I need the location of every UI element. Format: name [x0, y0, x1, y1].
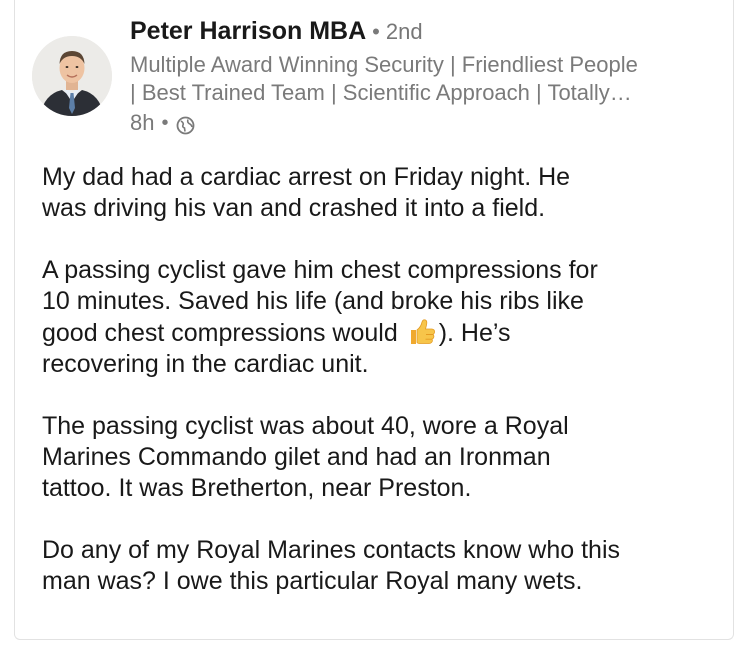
post-line: tattoo. It was Bretherton, near Preston. [42, 474, 472, 502]
post-card: Peter Harrison MBA • 2nd Multiple Award Wi… [14, 0, 734, 640]
post-line: was driving his van and crashed it into … [42, 194, 546, 222]
post-line-text: good chest compressions would [42, 319, 405, 347]
author-headline: Multiple Award Winning Security | Friend… [130, 51, 723, 107]
separator-dot: • [161, 112, 169, 134]
post-line: good chest compressions would ). He’s [42, 317, 715, 349]
post-line: Do any of my Royal Marines contacts know… [42, 536, 621, 564]
author-avatar[interactable] [32, 36, 112, 116]
post-line: A passing cyclist gave him chest compres… [42, 256, 598, 284]
post-paragraph: Do any of my Royal Marines contacts know… [42, 535, 715, 597]
separator-dot: • [372, 19, 380, 44]
post-line: man was? I owe this particular Royal man… [42, 567, 583, 595]
post-line: The passing cyclist was about 40, wore a… [42, 412, 569, 440]
author-name[interactable]: Peter Harrison MBA [130, 17, 366, 45]
post-timestamp: 8h [130, 110, 155, 135]
post-paragraph: A passing cyclist gave him chest compres… [42, 255, 715, 380]
connection-degree: 2nd [385, 19, 423, 44]
post-header: Peter Harrison MBA • 2nd Multiple Award Wi… [32, 14, 723, 139]
globe-icon [176, 114, 195, 134]
headline-line: Multiple Award Winning Security | Friend… [130, 52, 638, 77]
author-meta: Peter Harrison MBA • 2nd Multiple Award Wi… [130, 14, 723, 137]
post-line-text: ). He’s [438, 319, 511, 347]
avatar-photo [32, 36, 112, 116]
post-time-line: 8h • [130, 109, 723, 137]
post-line: 10 minutes. Saved his life (and broke hi… [42, 287, 584, 315]
author-name-line: Peter Harrison MBA • 2nd [130, 14, 723, 49]
headline-line: | Best Trained Team | Scientific Approac… [130, 80, 632, 105]
post-line: My dad had a cardiac arrest on Friday ni… [42, 163, 571, 191]
post-paragraph: The passing cyclist was about 40, wore a… [42, 411, 715, 504]
post-paragraph: My dad had a cardiac arrest on Friday ni… [42, 162, 715, 224]
post-line: recovering in the cardiac unit. [42, 350, 369, 378]
post-line: Marines Commando gilet and had an Ironma… [42, 443, 551, 471]
post-body: My dad had a cardiac arrest on Friday ni… [42, 162, 715, 597]
thumbs-up-emoji-icon [407, 317, 437, 347]
